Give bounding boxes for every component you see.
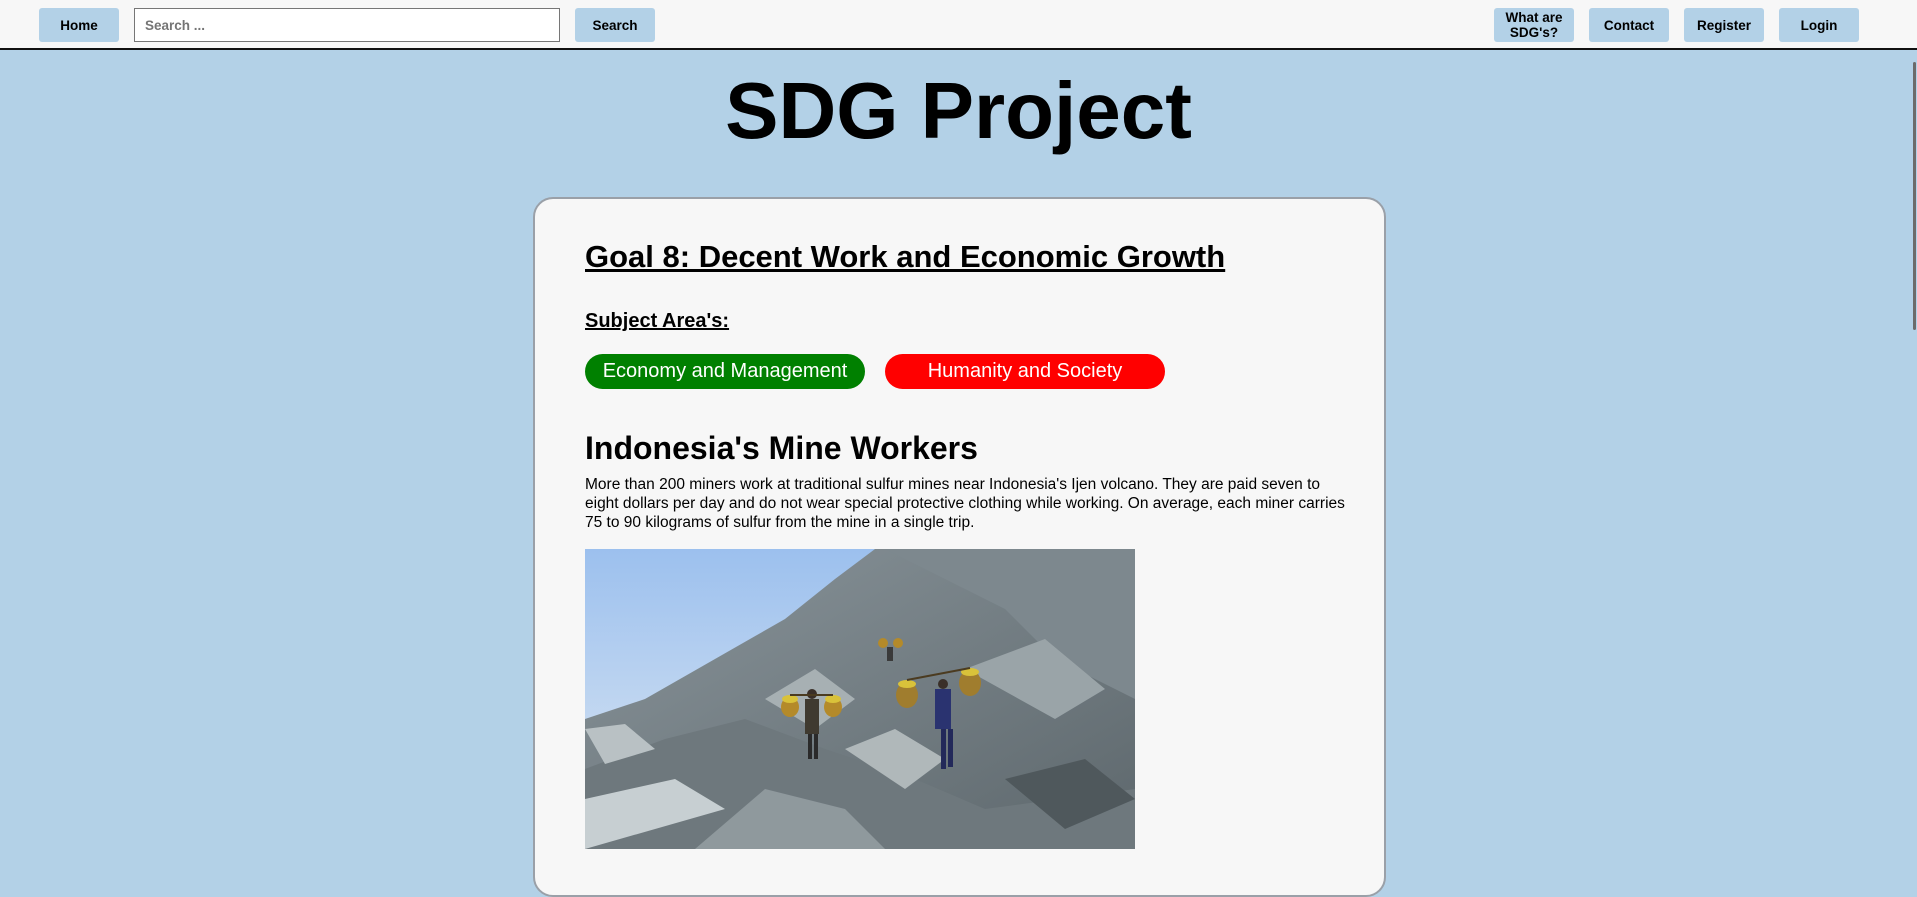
home-button[interactable]: Home [39, 8, 119, 42]
scrollbar-thumb[interactable] [1913, 62, 1916, 330]
subject-area-label: Subject Area's: [585, 310, 730, 332]
contact-button[interactable]: Contact [1589, 8, 1669, 42]
what-are-sdgs-label-line1: What are [1505, 10, 1563, 25]
what-are-sdgs-button[interactable]: What are SDG's? [1494, 8, 1574, 42]
subject-tag-economy[interactable]: Economy and Management [585, 354, 865, 389]
what-are-sdgs-label-line2: SDG's? [1509, 25, 1559, 40]
goal-title: Goal 8: Decent Work and Economic Growth [585, 239, 1226, 274]
top-navbar: Home Search What are SDG's? Contact Regi… [0, 0, 1917, 50]
mine-workers-photo [585, 549, 1135, 849]
page-scrollbar[interactable] [1912, 52, 1917, 838]
login-button[interactable]: Login [1779, 8, 1859, 42]
site-title: SDG Project [725, 66, 1192, 155]
subject-tag-humanity[interactable]: Humanity and Society [885, 354, 1165, 389]
search-button[interactable]: Search [575, 8, 655, 42]
search-input[interactable] [134, 8, 560, 42]
article-title: Indonesia's Mine Workers [585, 430, 978, 466]
register-button[interactable]: Register [1684, 8, 1764, 42]
article-body: More than 200 miners work at traditional… [585, 476, 1345, 531]
goal-card: Goal 8: Decent Work and Economic Growth … [533, 197, 1386, 897]
